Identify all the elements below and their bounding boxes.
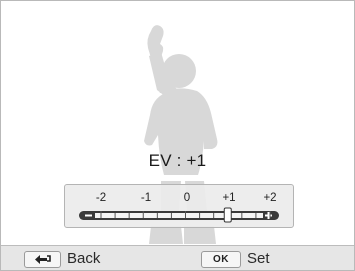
camera-screen: EV : +1 -2 -1 0 +1 +2 Back OK Set (0, 0, 355, 271)
ok-key-glyph: OK (213, 254, 229, 265)
ev-value-marker (223, 207, 232, 223)
return-arrow-icon (34, 255, 51, 264)
ok-set-button[interactable]: OK (201, 251, 241, 268)
set-label: Set (247, 250, 270, 267)
ev-slider[interactable] (65, 185, 293, 227)
back-label: Back (67, 250, 101, 267)
back-button[interactable] (24, 251, 61, 268)
ev-value-readout: EV : +1 (148, 151, 207, 170)
minus-icon (85, 214, 92, 217)
ev-adjust-panel[interactable]: -2 -1 0 +1 +2 (64, 184, 294, 228)
bottom-key-guide: Back OK Set (1, 245, 354, 270)
